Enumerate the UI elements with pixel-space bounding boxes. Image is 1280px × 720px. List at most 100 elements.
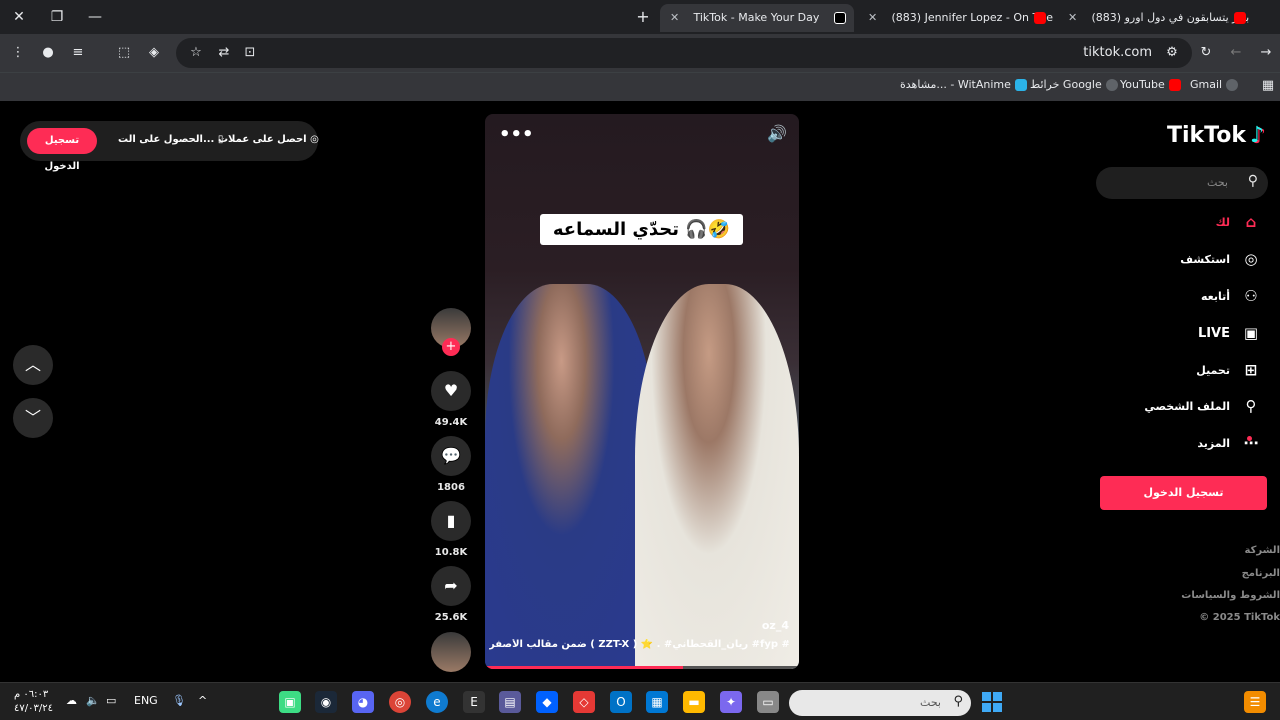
- tab-close-icon[interactable]: ✕: [670, 4, 684, 32]
- language-indicator[interactable]: ENG: [134, 694, 158, 707]
- epic-games-icon[interactable]: E: [463, 691, 485, 713]
- extensions-icon[interactable]: ⬚: [114, 43, 134, 63]
- restore-window-icon[interactable]: ❐: [46, 6, 68, 28]
- install-app-icon[interactable]: ⊡: [240, 43, 260, 63]
- anydesk-icon[interactable]: ◇: [573, 691, 595, 713]
- bookmark-youtube[interactable]: YouTube: [1120, 78, 1181, 91]
- bookmark-star-icon[interactable]: ☆: [186, 43, 206, 63]
- footer-terms-link[interactable]: الشروط والسياسات: [1181, 590, 1280, 601]
- search-icon[interactable]: ⚲: [1248, 173, 1258, 189]
- taskbar-search-placeholder: بحث: [920, 696, 941, 709]
- sidebar-item-more[interactable]: المزيد ⋯: [1197, 434, 1262, 460]
- share-count: 25.6K: [434, 612, 468, 623]
- close-window-icon[interactable]: ✕: [8, 6, 30, 28]
- tiktok-note-icon: ♪: [1249, 123, 1264, 148]
- reload-icon[interactable]: ↻: [1196, 43, 1216, 63]
- discord-icon[interactable]: ◕: [352, 691, 374, 713]
- address-bar[interactable]: ☆ ⇄ ⊡ tiktok.com ⚙: [176, 38, 1192, 68]
- site-settings-icon[interactable]: ⚙: [1162, 43, 1182, 63]
- app-icon[interactable]: ▤: [499, 691, 521, 713]
- bookmark-icon[interactable]: ▮: [431, 501, 471, 541]
- save-action: ▮ 10.8K: [431, 501, 471, 558]
- back-icon[interactable]: ←: [1226, 43, 1246, 63]
- bookmark-maps[interactable]: خرائط Google: [1030, 78, 1118, 91]
- steam-icon[interactable]: ◉: [315, 691, 337, 713]
- network-icon[interactable]: ▭: [106, 694, 116, 707]
- reading-list-icon[interactable]: ≡: [68, 43, 88, 63]
- profile-avatar-icon[interactable]: ●: [38, 43, 58, 63]
- video-overlay-caption: تحدّي السماعه 🎧🤣: [540, 214, 743, 245]
- sidebar-item-live[interactable]: LIVE ▣: [1198, 324, 1262, 350]
- video-person-right: [635, 284, 799, 669]
- store-icon[interactable]: ▦: [646, 691, 668, 713]
- footer-program-link[interactable]: البرنامج: [1242, 568, 1280, 579]
- taskbar: ٠٦:٠٣ م ٤٧/٠٣/٢٤ ☁ 🔈 ▭ ENG 🎙 ^ ▣ ◉ ◕ ◎ e…: [0, 682, 1280, 720]
- next-video-button[interactable]: ﹀: [13, 398, 53, 438]
- get-app-button[interactable]: الحصول على الت... ▯: [118, 134, 223, 145]
- file-explorer-icon[interactable]: ▬: [683, 691, 705, 713]
- volume-icon[interactable]: 🔊: [767, 124, 787, 143]
- witanime-icon: [1014, 79, 1027, 91]
- tab-youtube-arabic[interactable]: ✕ باور يتسابقون في دول اورو (883): [1058, 4, 1254, 32]
- tray-chevron-up-icon[interactable]: ^: [198, 694, 207, 707]
- clock-date: ٤٧/٠٣/٢٤: [14, 703, 53, 714]
- tab-title: (883) Jennifer Lopez - On The F: [891, 11, 1055, 24]
- get-coins-button[interactable]: احصل على عملات ◎: [218, 134, 319, 145]
- share-action: ➦ 25.6K: [431, 566, 471, 623]
- speaker-icon[interactable]: 🔈: [86, 694, 100, 707]
- menu-icon[interactable]: ⋮: [8, 43, 28, 63]
- tab-title: TikTok - Make Your Day: [693, 11, 820, 24]
- live-icon: ▣: [1243, 324, 1259, 342]
- bookmark-witanime[interactable]: مشاهدة... - WitAnime: [900, 78, 1027, 91]
- sidebar-item-for-you[interactable]: لك ⌂: [1216, 213, 1262, 239]
- outlook-icon[interactable]: O: [610, 691, 632, 713]
- taskbar-search-input[interactable]: بحث ⚲: [789, 690, 971, 716]
- new-tab-button[interactable]: +: [634, 6, 652, 28]
- video-person-left: [485, 284, 655, 669]
- video-username[interactable]: oz_4: [762, 619, 789, 632]
- comment-icon[interactable]: 💬: [431, 436, 471, 476]
- sidebar-item-upload[interactable]: تحميل ⊞: [1196, 361, 1262, 387]
- sidebar-item-profile[interactable]: الملف الشخصي ⚲: [1144, 397, 1262, 423]
- follow-plus-icon[interactable]: +: [442, 338, 460, 356]
- minimize-window-icon[interactable]: —: [84, 6, 106, 28]
- bookmarks-bar: ▦ Gmail YouTube خرائط Google مشاهدة... -…: [0, 72, 1280, 101]
- clock[interactable]: ٠٦:٠٣ م ٤٧/٠٣/٢٤: [14, 688, 53, 716]
- tab-tiktok[interactable]: ✕ TikTok - Make Your Day: [660, 4, 854, 32]
- share-icon[interactable]: ➦: [431, 566, 471, 606]
- translate-icon[interactable]: ⇄: [214, 43, 234, 63]
- footer-company-link[interactable]: الشركة: [1245, 545, 1280, 556]
- sidebar-item-following[interactable]: أتابعه ⚇: [1201, 287, 1262, 313]
- search-input[interactable]: بحث ⚲: [1096, 167, 1268, 199]
- cloud-icon[interactable]: ☁: [66, 694, 77, 707]
- edge-icon[interactable]: e: [426, 691, 448, 713]
- dropbox-icon[interactable]: ◆: [536, 691, 558, 713]
- app-window-icon[interactable]: ▭: [757, 691, 779, 713]
- notification-app-icon[interactable]: ☰: [1244, 691, 1266, 713]
- more-options-icon[interactable]: •••: [499, 124, 534, 145]
- apps-grid-icon[interactable]: ▦: [1258, 76, 1278, 96]
- clock-time: ٠٦:٠٣ م: [14, 689, 49, 700]
- heart-icon[interactable]: ♥: [431, 371, 471, 411]
- tiktok-logo[interactable]: TikTok ♪: [1167, 123, 1264, 148]
- compass-icon: ◎: [1244, 250, 1258, 268]
- android-app-icon[interactable]: ▣: [279, 691, 301, 713]
- copilot-icon[interactable]: ✦: [720, 691, 742, 713]
- shield-icon[interactable]: ◈: [144, 43, 164, 63]
- tab-close-icon[interactable]: ✕: [1068, 4, 1082, 32]
- forward-icon[interactable]: →: [1256, 43, 1276, 63]
- chrome-icon[interactable]: ◎: [389, 691, 411, 713]
- previous-video-button[interactable]: ︿: [13, 345, 53, 385]
- bookmark-gmail[interactable]: Gmail: [1190, 78, 1239, 91]
- sidebar-item-explore[interactable]: استكشف ◎: [1180, 250, 1262, 276]
- music-avatar[interactable]: [431, 632, 471, 672]
- video-player[interactable]: ••• 🔊 تحدّي السماعه 🎧🤣 oz_4 ضمن مقالب ال…: [485, 114, 799, 669]
- windows-start-icon[interactable]: [982, 692, 1002, 712]
- microphone-icon[interactable]: 🎙: [172, 694, 186, 707]
- top-login-button[interactable]: تسجيل الدخول: [27, 128, 97, 172]
- sidebar-login-button[interactable]: تسجيل الدخول: [1100, 476, 1267, 510]
- url-text: tiktok.com: [1083, 45, 1152, 60]
- tab-youtube-jlo[interactable]: ✕ (883) Jennifer Lopez - On The F: [858, 4, 1054, 32]
- tab-close-icon[interactable]: ✕: [868, 4, 882, 32]
- video-progress-bar[interactable]: [485, 666, 799, 669]
